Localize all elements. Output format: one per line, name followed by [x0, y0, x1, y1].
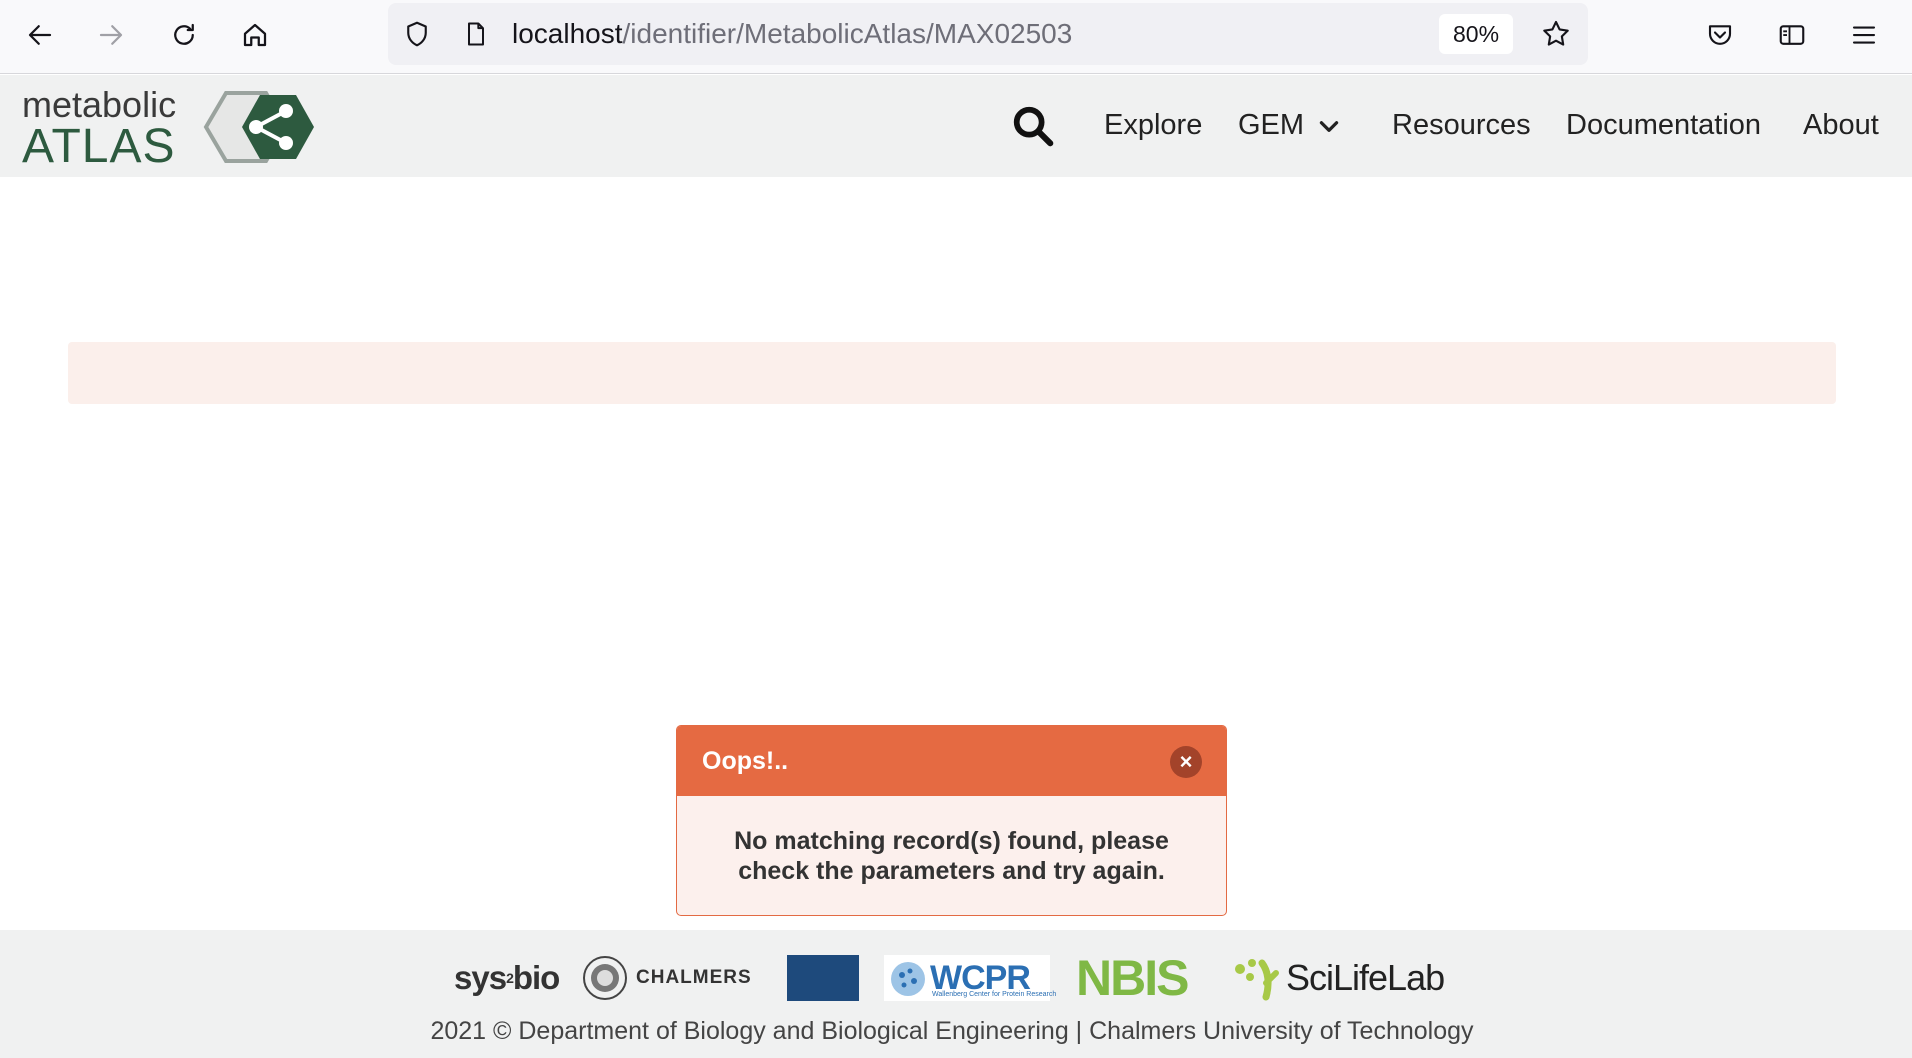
hexagon-share-icon [203, 91, 314, 163]
sysbio-logo[interactable]: sys 2 bio [454, 952, 560, 1004]
pocket-icon [1708, 25, 1732, 45]
sysbio-text: sys [454, 959, 507, 996]
home-icon [243, 23, 267, 47]
wallenberg-foundation-logo[interactable] [787, 955, 859, 1001]
wcpr-dots-icon [891, 962, 925, 996]
url-host: localhost [512, 18, 623, 49]
metabolic-atlas-logo[interactable]: metabolic ATLAS [22, 84, 314, 173]
close-button[interactable]: × [1170, 746, 1202, 778]
forward-arrow-icon [99, 25, 123, 45]
bookmark-star-icon[interactable] [1540, 18, 1572, 50]
back-button[interactable] [18, 15, 62, 55]
site-header: metabolic ATLAS Explore GEM Resources Do… [0, 75, 1912, 177]
url-text[interactable]: localhost/identifier/MetabolicAtlas/MAX0… [512, 17, 1072, 51]
sysbio-sup: 2 [506, 970, 514, 986]
nav-documentation[interactable]: Documentation [1566, 105, 1761, 145]
chalmers-seal-icon [583, 956, 627, 1000]
nav-about[interactable]: About [1803, 105, 1879, 145]
chalmers-text: CHALMERS [636, 967, 752, 988]
nav-gem-dropdown[interactable]: GEM [1238, 105, 1342, 145]
chalmers-logo[interactable]: CHALMERS [582, 952, 752, 1004]
url-path: /identifier/MetabolicAtlas/MAX02503 [622, 18, 1073, 49]
back-arrow-icon [28, 25, 52, 45]
nav-resources[interactable]: Resources [1392, 105, 1531, 145]
address-bar[interactable]: localhost/identifier/MetabolicAtlas/MAX0… [388, 3, 1588, 65]
sidebar-button[interactable] [1772, 15, 1812, 55]
logo-text-bottom: ATLAS [22, 120, 176, 173]
logo-text-top: metabolic [22, 84, 177, 125]
sysbio-text-end: bio [512, 959, 560, 996]
scilifelab-dots-icon [1235, 959, 1279, 1001]
footer-copyright: 2021 © Department of Biology and Biologi… [430, 1017, 1474, 1045]
error-message: No matching record(s) found, please chec… [734, 827, 1169, 885]
error-notification: Oops!.. × No matching record(s) found, p… [676, 725, 1227, 916]
wcpr-subtitle: Wallenberg Center for Protein Research [932, 991, 1057, 998]
scilifelab-logo[interactable]: SciLifeLab [1232, 952, 1445, 1004]
chevron-down-icon [1319, 121, 1339, 133]
error-header: Oops!.. × [677, 726, 1226, 796]
forward-button[interactable] [89, 15, 133, 55]
scilifelab-text: SciLifeLab [1286, 957, 1445, 998]
browser-toolbar: localhost/identifier/MetabolicAtlas/MAX0… [0, 0, 1912, 74]
pocket-button[interactable] [1700, 15, 1740, 55]
wcpr-logo[interactable]: WCPR Wallenberg Center for Protein Resea… [884, 955, 1056, 1001]
error-title: Oops!.. [702, 747, 789, 775]
reload-icon [174, 23, 194, 45]
empty-alert-strip [68, 342, 1836, 404]
zoom-level-badge[interactable]: 80% [1439, 14, 1514, 54]
nbis-logo[interactable]: NBIS [1076, 950, 1189, 1006]
nav-gem-label: GEM [1238, 109, 1305, 141]
reload-button[interactable] [162, 15, 206, 55]
page-icon[interactable] [462, 19, 490, 49]
site-footer: sys 2 bio CHALMERS WCPR Wallenberg Center … [0, 930, 1912, 1058]
search-icon[interactable] [1010, 103, 1056, 149]
nav-explore[interactable]: Explore [1104, 105, 1202, 145]
menu-icon [1852, 26, 1876, 44]
home-button[interactable] [233, 15, 277, 55]
shield-icon[interactable] [402, 19, 432, 49]
app-menu-button[interactable] [1844, 15, 1884, 55]
sidebar-icon [1779, 25, 1805, 45]
